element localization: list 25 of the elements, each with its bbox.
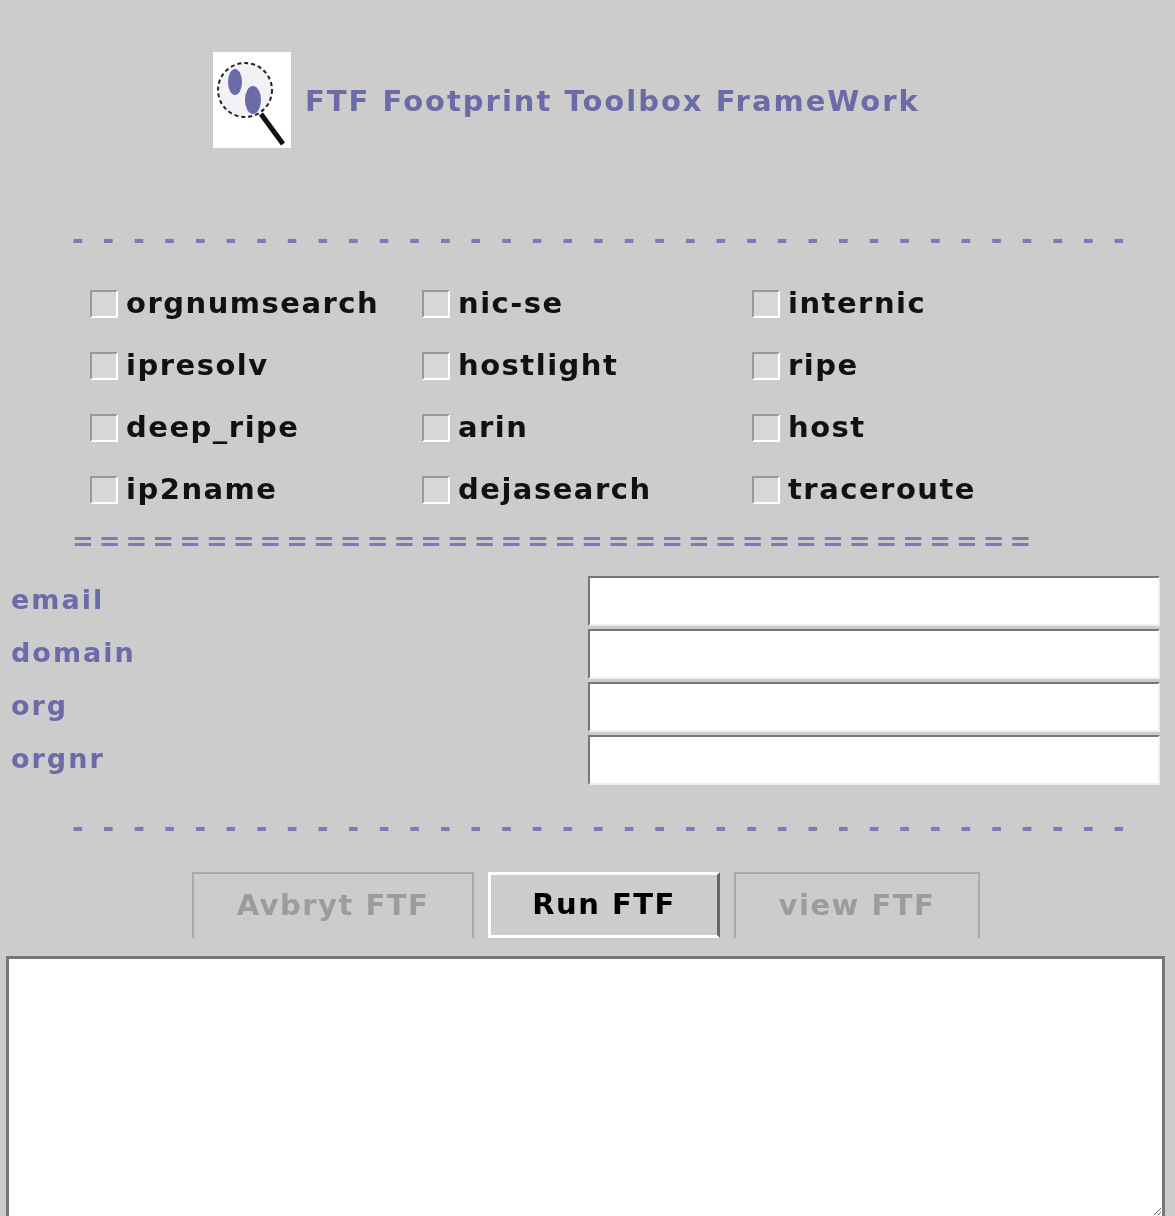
field-label: org (10, 689, 70, 724)
separator-line: ----------------------------------- (72, 226, 1145, 254)
input-field[interactable] (588, 575, 1160, 626)
option-checkbox[interactable]: ipresolv (90, 346, 422, 386)
option-checkbox[interactable]: ip2name (90, 470, 422, 510)
ftf-button[interactable]: Run FTF (488, 872, 720, 938)
input-field[interactable] (588, 734, 1160, 785)
option-checkbox[interactable]: dejasearch (422, 470, 752, 510)
app-title: FTF Footprint Toolbox FrameWork (305, 83, 920, 120)
separator-line: ----------------------------------- (72, 814, 1145, 842)
input-field[interactable] (588, 628, 1160, 679)
option-checkbox[interactable]: host (752, 408, 1082, 448)
separator-line: ==================================== (72, 528, 1038, 554)
field-label: orgnr (10, 742, 106, 777)
option-checkbox[interactable]: internic (752, 284, 1082, 324)
option-checkbox[interactable]: nic-se (422, 284, 752, 324)
option-checkbox[interactable]: arin (422, 408, 752, 448)
option-checkbox[interactable]: hostlight (422, 346, 752, 386)
field-label: email (10, 583, 106, 618)
field-label: domain (10, 636, 137, 671)
option-checkbox[interactable]: traceroute (752, 470, 1082, 510)
option-checkbox[interactable]: ripe (752, 346, 1082, 386)
option-checkbox[interactable]: deep_ripe (90, 408, 422, 448)
option-checkbox[interactable]: orgnumsearch (90, 284, 422, 324)
input-field[interactable] (588, 681, 1160, 732)
